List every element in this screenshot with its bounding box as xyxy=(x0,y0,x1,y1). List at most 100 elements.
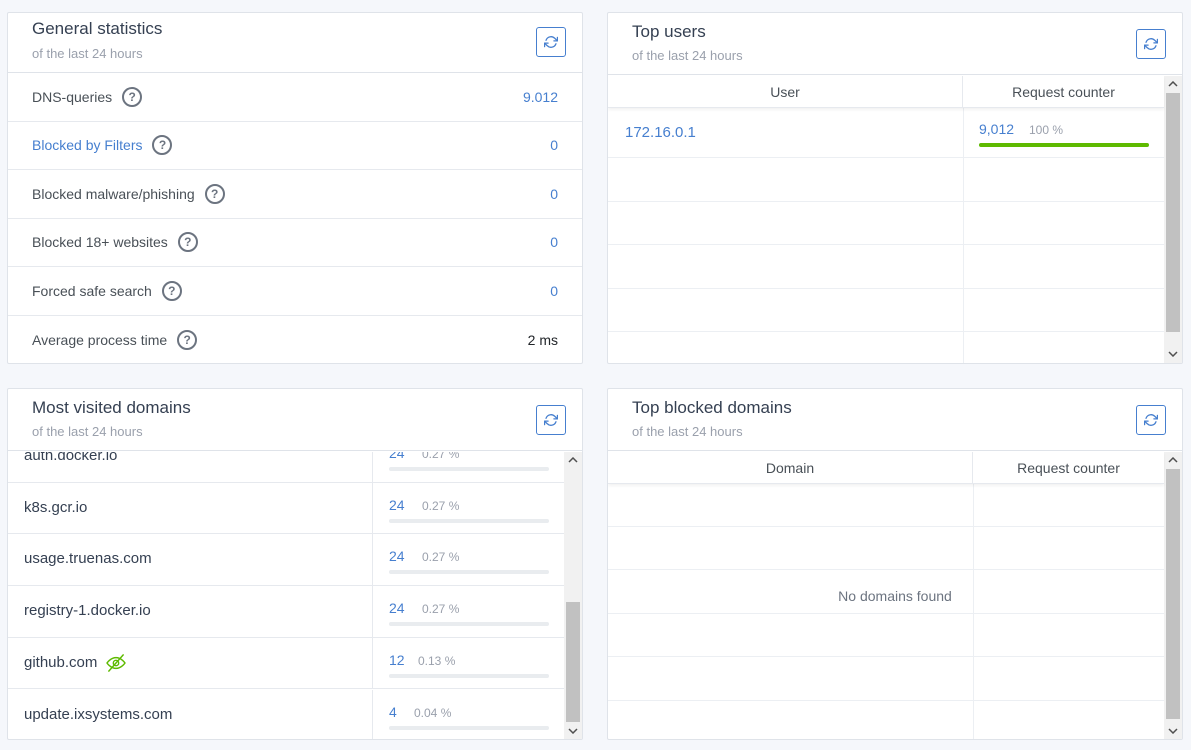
stat-label: Forced safe search? xyxy=(32,280,182,301)
progress-bar xyxy=(979,143,1149,147)
domain-text[interactable]: k8s.gcr.io xyxy=(24,499,87,516)
stat-row-blocked-malware: Blocked malware/phishing? 0 xyxy=(8,170,582,219)
stat-value: 9.012 xyxy=(522,88,558,105)
card-header: General statistics of the last 24 hours xyxy=(8,13,582,73)
request-count: 24 xyxy=(389,600,405,617)
table-header: Domain Request counter xyxy=(608,452,1164,484)
card-header: Most visited domains of the last 24 hour… xyxy=(8,389,582,451)
help-circle-icon[interactable]: ? xyxy=(152,135,173,156)
refresh-icon xyxy=(1144,38,1158,50)
progress-track xyxy=(389,467,549,471)
help-circle-icon[interactable]: ? xyxy=(177,329,198,350)
request-percent: 0.13 % xyxy=(418,653,456,668)
card-subtitle: of the last 24 hours xyxy=(632,424,743,439)
domain-name[interactable]: github.com xyxy=(24,653,127,672)
scroll-down-arrow[interactable] xyxy=(1164,346,1182,362)
grid-divider xyxy=(608,288,1164,289)
card-title: General statistics xyxy=(32,19,163,38)
domain-text[interactable]: update.ixsystems.com xyxy=(24,706,172,723)
general-statistics-card: General statistics of the last 24 hours … xyxy=(7,12,583,364)
stat-row-blocked-by-filters: Blocked by Filters? 0 xyxy=(8,122,582,170)
column-header-request-counter[interactable]: Request counter xyxy=(963,76,1164,107)
card-header: Top users of the last 24 hours xyxy=(608,13,1182,75)
list-item: k8s.gcr.io 24 0.27 % xyxy=(8,482,564,535)
domain-name[interactable]: update.ixsystems.com xyxy=(24,706,172,723)
stat-label-text: DNS-queries xyxy=(32,88,113,105)
column-divider xyxy=(372,689,373,739)
domain-text[interactable]: usage.truenas.com xyxy=(24,550,152,567)
grid-divider xyxy=(608,656,1164,657)
stat-row-avg-time: Average process time? 2 ms xyxy=(8,316,582,364)
stat-label-text: Average process time xyxy=(32,331,168,348)
progress-track xyxy=(979,143,1149,147)
stat-label: Blocked 18+ websites? xyxy=(32,232,198,253)
stat-label-link[interactable]: Blocked by Filters? xyxy=(32,135,173,156)
stat-value: 0 xyxy=(550,185,558,202)
stat-label-text[interactable]: Blocked by Filters xyxy=(32,137,142,153)
top-users-card: Top users of the last 24 hours User Requ… xyxy=(607,12,1183,364)
domain-name[interactable]: usage.truenas.com xyxy=(24,550,152,567)
stat-value: 2 ms xyxy=(527,331,558,348)
request-percent: 0.27 % xyxy=(422,550,460,565)
eye-off-icon[interactable] xyxy=(105,653,127,672)
scroll-up-arrow[interactable] xyxy=(564,452,582,468)
scrollbar[interactable] xyxy=(1164,76,1182,363)
refresh-button[interactable] xyxy=(536,27,566,57)
column-divider xyxy=(372,586,373,637)
request-count: 24 xyxy=(389,548,405,565)
scroll-thumb[interactable] xyxy=(1166,93,1180,332)
grid-divider xyxy=(608,201,1164,202)
refresh-button[interactable] xyxy=(1136,405,1166,435)
empty-message: No domains found xyxy=(820,584,970,608)
domain-text[interactable]: auth.docker.io xyxy=(24,452,117,464)
card-subtitle: of the last 24 hours xyxy=(32,424,143,439)
list-item: registry-1.docker.io 24 0.27 % xyxy=(8,586,564,638)
request-percent: 0.27 % xyxy=(422,452,460,461)
card-subtitle: of the last 24 hours xyxy=(32,46,143,61)
stat-label-text: Blocked 18+ websites xyxy=(32,234,168,251)
column-header-domain[interactable]: Domain xyxy=(608,452,973,483)
user-ip-link[interactable]: 172.16.0.1 xyxy=(625,124,696,141)
domain-text[interactable]: registry-1.docker.io xyxy=(24,602,151,619)
scroll-up-arrow[interactable] xyxy=(1164,452,1182,468)
column-divider xyxy=(372,482,373,534)
scrollbar[interactable] xyxy=(564,452,582,739)
table-row: 172.16.0.1 9,012 100 % xyxy=(608,108,1164,157)
column-header-request-counter[interactable]: Request counter xyxy=(973,452,1164,483)
column-divider xyxy=(372,637,373,689)
scroll-thumb[interactable] xyxy=(1166,469,1180,719)
help-circle-icon[interactable]: ? xyxy=(122,86,143,107)
column-header-user[interactable]: User xyxy=(608,76,963,107)
request-count: 12 xyxy=(389,651,405,668)
stat-label: Average process time? xyxy=(32,329,198,350)
domain-name[interactable]: registry-1.docker.io xyxy=(24,602,151,619)
request-count: 24 xyxy=(389,452,405,461)
stat-label: DNS-queries? xyxy=(32,86,143,107)
scroll-up-arrow[interactable] xyxy=(1164,76,1182,92)
stat-value: 0 xyxy=(550,137,558,154)
progress-track xyxy=(389,518,549,523)
request-count: 9,012 xyxy=(979,121,1015,137)
domain-name[interactable]: auth.docker.io xyxy=(24,452,117,464)
stat-row-dns-queries: DNS-queries? 9.012 xyxy=(8,73,582,122)
scrollbar[interactable] xyxy=(1164,452,1182,739)
grid-divider xyxy=(608,244,1164,245)
domain-list[interactable]: auth.docker.io 24 0.27 % k8s.gcr.io 24 0… xyxy=(8,452,564,739)
request-count: 4 xyxy=(389,703,397,720)
domain-text[interactable]: github.com xyxy=(24,654,97,671)
table-header: User Request counter xyxy=(608,76,1164,108)
stat-row-blocked-adult: Blocked 18+ websites? 0 xyxy=(8,219,582,267)
refresh-icon xyxy=(1144,414,1158,426)
help-circle-icon[interactable]: ? xyxy=(161,280,182,301)
domain-name[interactable]: k8s.gcr.io xyxy=(24,499,87,516)
help-circle-icon[interactable]: ? xyxy=(177,232,198,253)
grid-divider xyxy=(973,484,974,739)
help-circle-icon[interactable]: ? xyxy=(204,183,225,204)
scroll-down-arrow[interactable] xyxy=(564,723,582,739)
list-item: usage.truenas.com 24 0.27 % xyxy=(8,534,564,587)
scroll-down-arrow[interactable] xyxy=(1164,723,1182,739)
card-title: Top blocked domains xyxy=(632,398,792,417)
scroll-thumb[interactable] xyxy=(566,602,580,722)
refresh-button[interactable] xyxy=(536,405,566,435)
refresh-button[interactable] xyxy=(1136,29,1166,59)
